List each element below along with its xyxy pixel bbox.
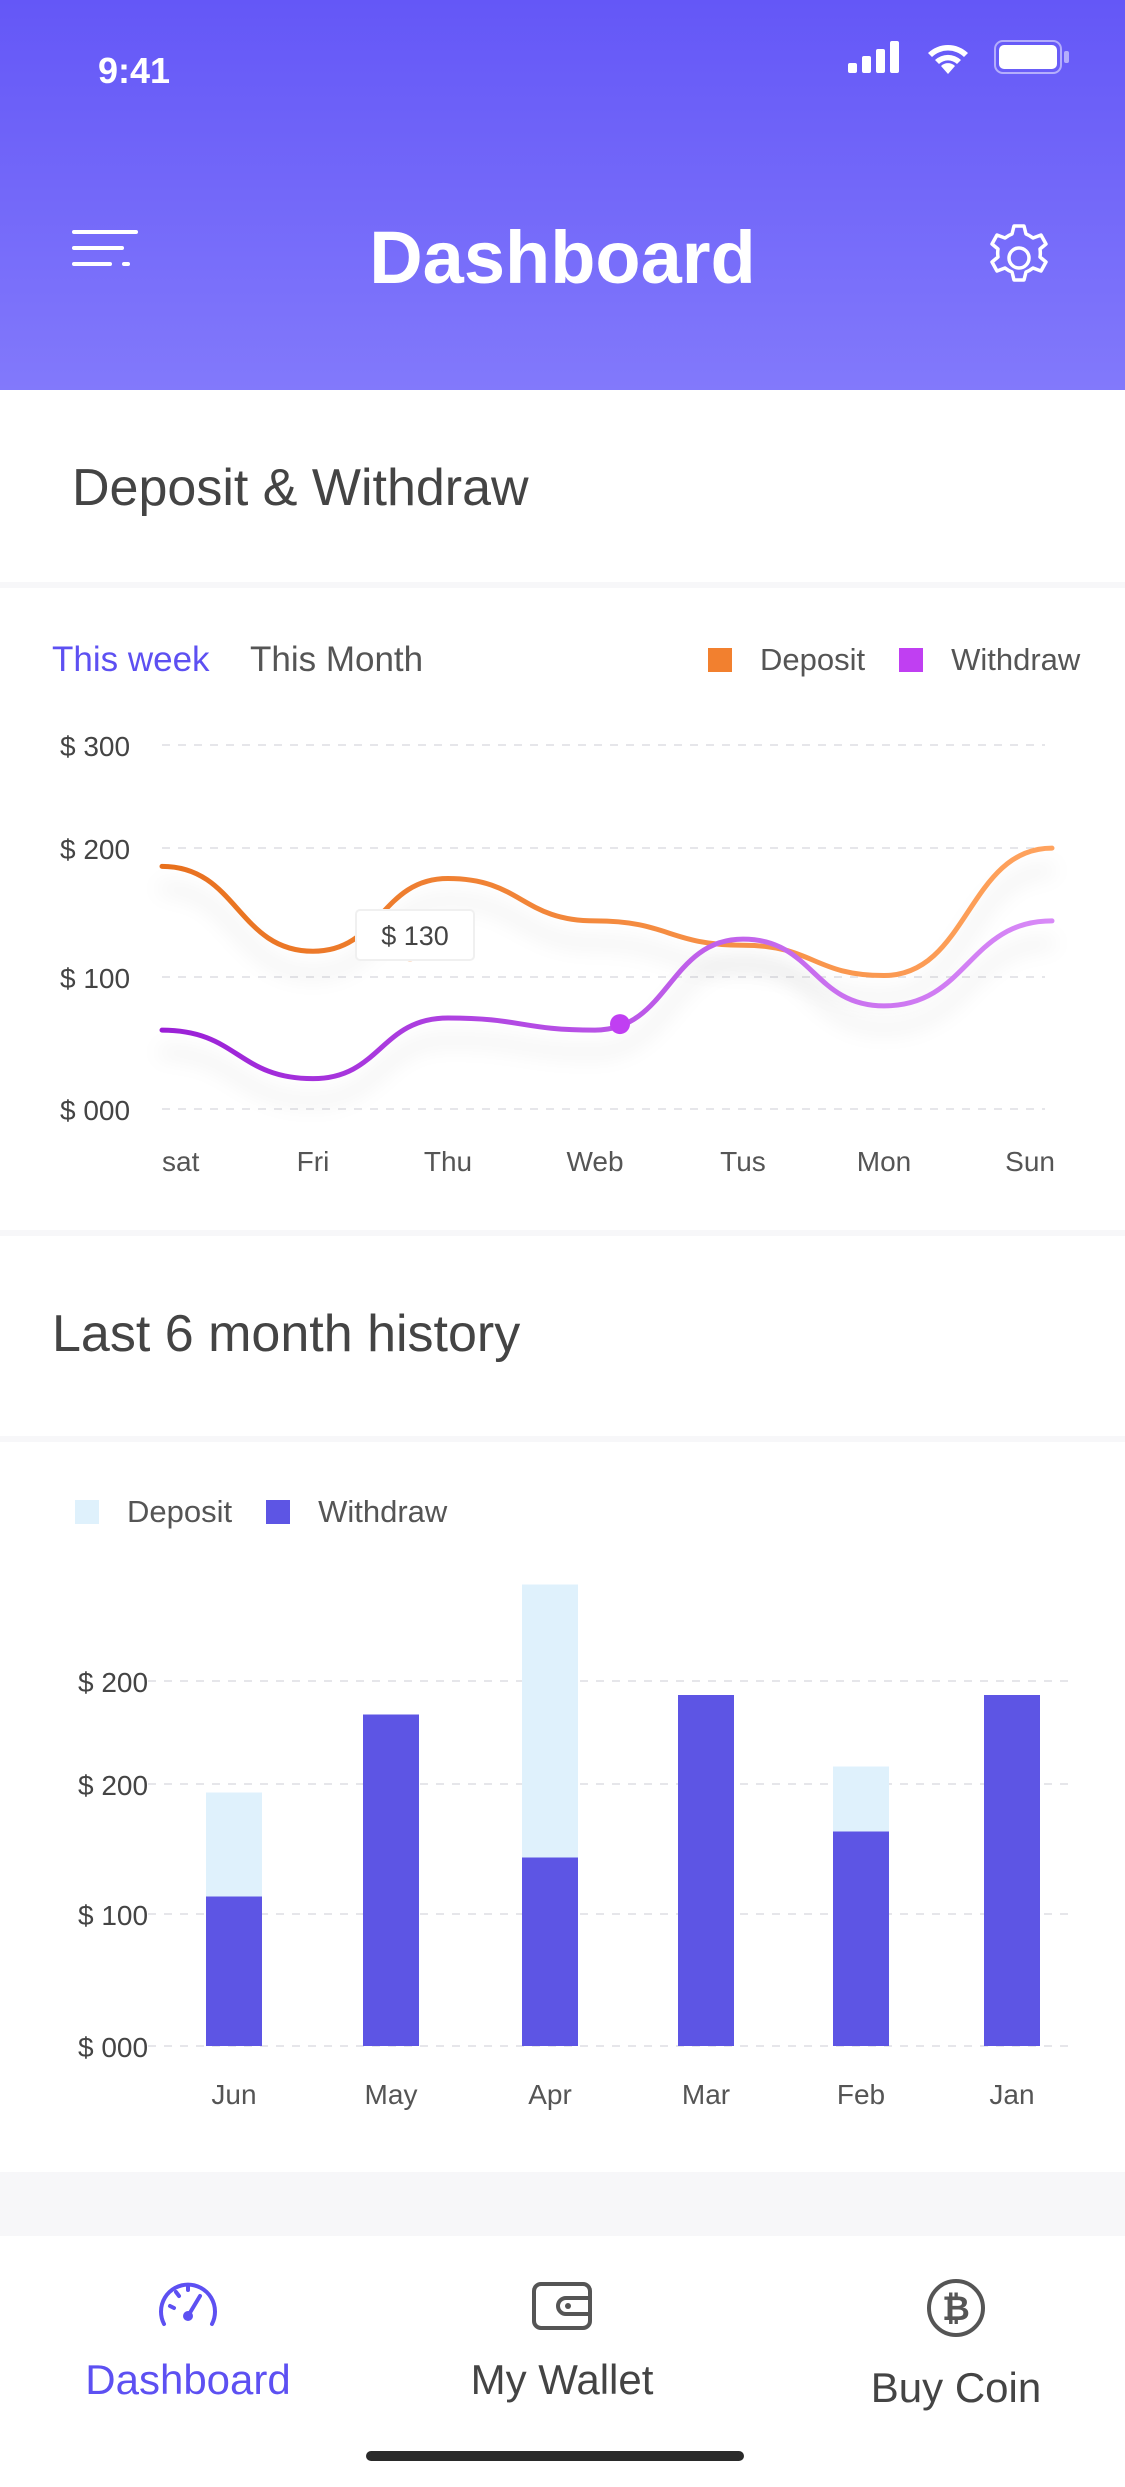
nav-item-buy-coin[interactable]: ₿ Buy Coin [856, 2276, 1056, 2412]
section-title: Last 6 month history [52, 1305, 521, 1363]
x-tick-label: Mon [857, 1146, 911, 1177]
y-tick-label: $ 100 [60, 963, 130, 994]
section-title: Deposit & Withdraw [72, 459, 529, 517]
app-header: 9:41 Dashboard [0, 0, 1125, 390]
x-tick-label: Jan [989, 2079, 1034, 2110]
page-title: Dashboard [369, 216, 756, 299]
x-tick-label: Sun [1005, 1146, 1055, 1177]
line-chart: $ 000 $ 100 $ 200 $ 300 sat Fri Thu Web Tus Mon Su… [60, 731, 1055, 1177]
y-tick-label: $ 200 [78, 1770, 148, 1801]
section-header-history: Last 6 month history [0, 1236, 1125, 1436]
x-tick-label: Feb [837, 2079, 885, 2110]
y-tick-label: $ 000 [60, 1095, 130, 1126]
tooltip-text: $ 130 [381, 921, 449, 951]
bar-withdraw[interactable] [206, 1896, 262, 2047]
status-icons [848, 40, 1070, 74]
settings-button[interactable] [983, 222, 1055, 294]
bar-chart: $ 000 $ 100 $ 200 $ 200 Jun May Apr Mar Feb Jan [78, 1584, 1072, 2110]
nav-item-my-wallet[interactable]: My Wallet [462, 2276, 662, 2404]
x-tick-label: Thu [424, 1146, 472, 1177]
bar-withdraw[interactable] [678, 1695, 734, 2046]
x-tick-label: Mar [682, 2079, 730, 2110]
bitcoin-icon: ₿ [927, 2279, 985, 2337]
battery-icon [994, 40, 1069, 74]
x-tick-label: Web [566, 1146, 623, 1177]
nav-label-my-wallet: My Wallet [470, 2356, 654, 2403]
bar-withdraw[interactable] [363, 1714, 419, 2047]
wifi-icon [928, 45, 968, 74]
y-tick-label: $ 200 [78, 1667, 148, 1698]
home-indicator [366, 2451, 744, 2461]
svg-text:₿: ₿ [942, 2289, 970, 2329]
y-tick-label: $ 000 [78, 2032, 148, 2063]
x-tick-label: Apr [528, 2079, 572, 2110]
x-tick-label: Tus [720, 1146, 766, 1177]
line-chart-card: This week This Month Deposit Withdraw $ … [0, 588, 1125, 1230]
bar-withdraw[interactable] [522, 1857, 578, 2047]
x-tick-label: Jun [211, 2079, 256, 2110]
gear-icon [990, 224, 1048, 282]
bar-withdraw[interactable] [984, 1695, 1040, 2046]
highlight-point[interactable] [610, 1014, 630, 1035]
speedometer-icon [159, 2282, 217, 2326]
nav-item-dashboard[interactable]: Dashboard [85, 2276, 291, 2404]
x-tick-label: May [365, 2079, 418, 2110]
bar-withdraw[interactable] [833, 1831, 889, 2047]
value-tooltip: $ 130 [355, 909, 475, 961]
wallet-icon [532, 2282, 592, 2330]
x-tick-label: sat [162, 1146, 200, 1177]
y-tick-label: $ 200 [60, 834, 130, 865]
series-line-deposit [159, 845, 1055, 979]
series-line-withdraw [159, 918, 1055, 1082]
x-tick-label: Fri [297, 1146, 330, 1177]
bar-chart-card: Deposit Withdraw $ 000 $ 100 $ 200 $ 200 Jun… [0, 1442, 1125, 2172]
signal-icon [848, 41, 899, 73]
status-time: 9:41 [98, 50, 171, 91]
nav-label-buy-coin: Buy Coin [870, 2364, 1042, 2411]
y-tick-label: $ 100 [78, 1900, 148, 1931]
y-tick-label: $ 300 [60, 731, 130, 762]
section-header-deposit-withdraw: Deposit & Withdraw [0, 390, 1125, 582]
nav-label-dashboard: Dashboard [85, 2356, 291, 2403]
bottom-nav: Dashboard My Wallet ₿ Buy Coin [0, 2236, 1125, 2487]
